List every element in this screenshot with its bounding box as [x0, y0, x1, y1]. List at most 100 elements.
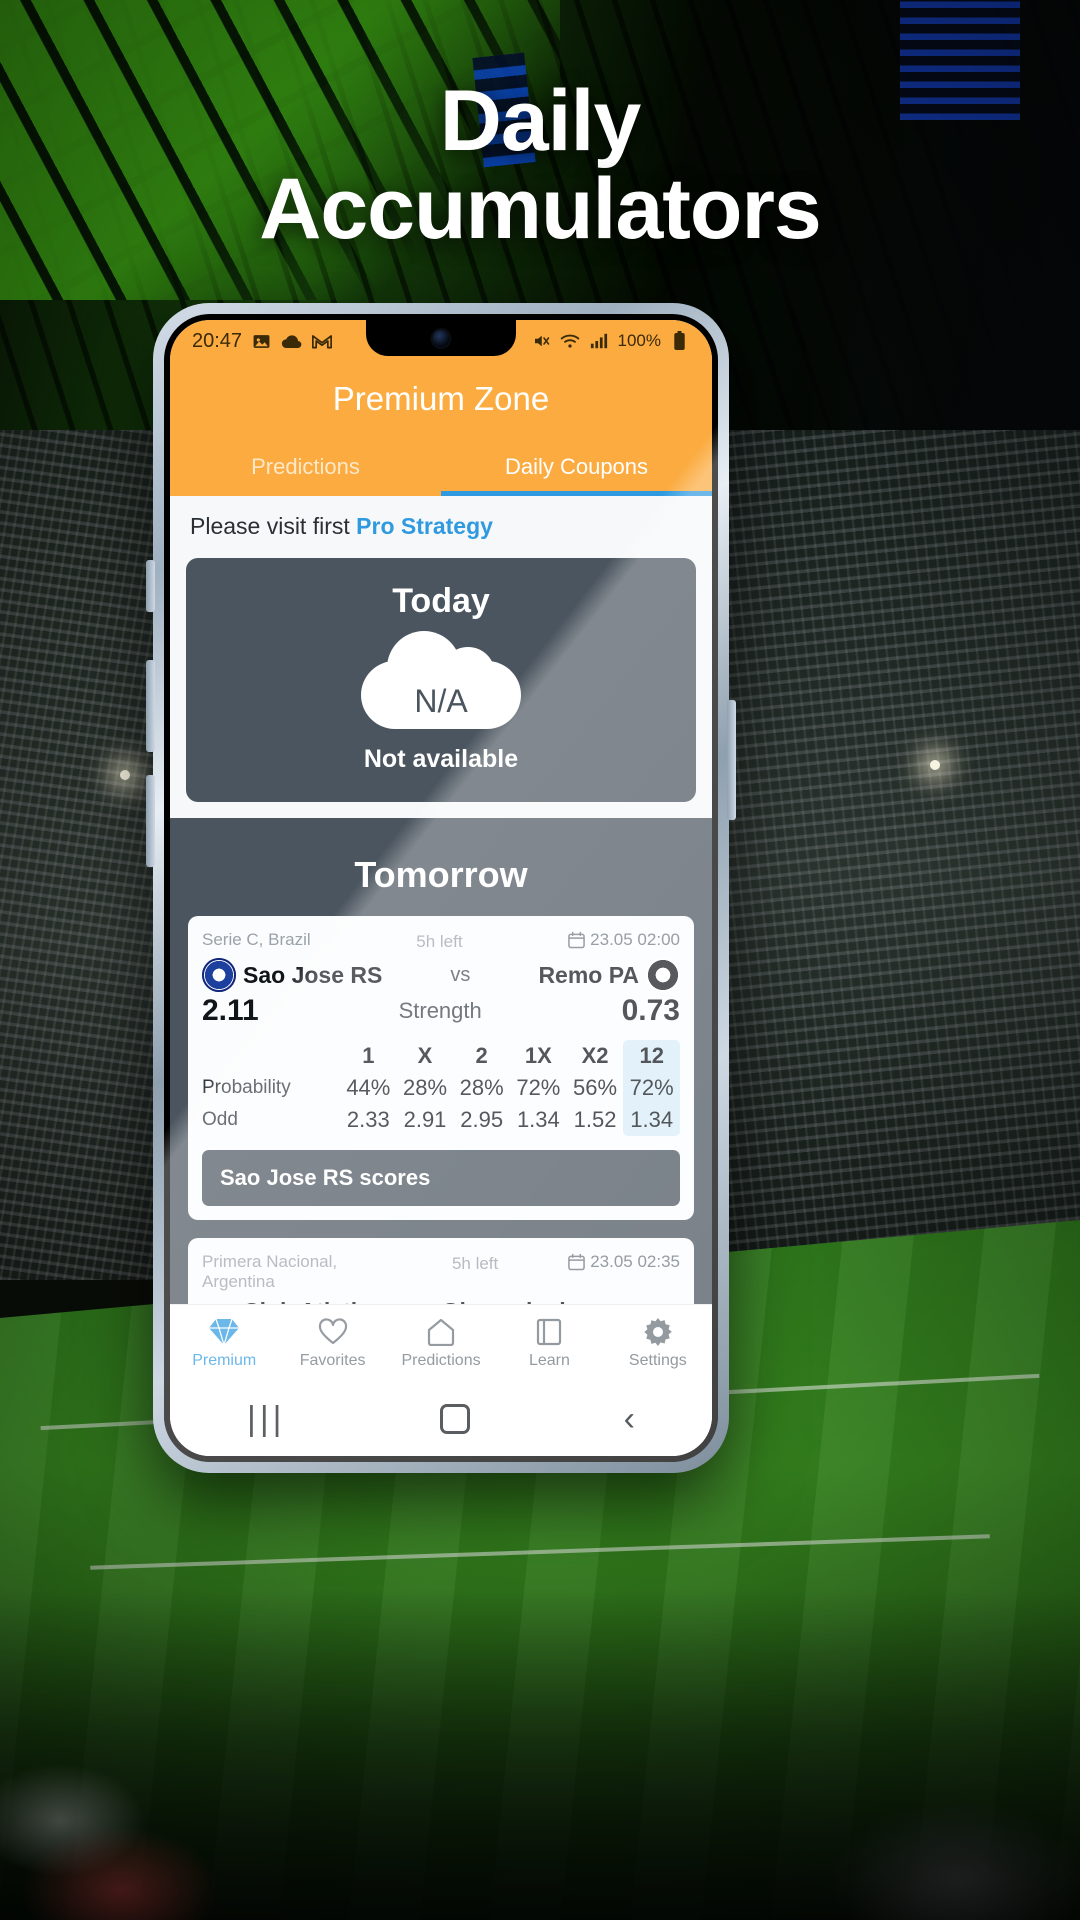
- status-bar-right: 100%: [531, 331, 690, 352]
- nav-item-learn[interactable]: Learn: [495, 1315, 603, 1370]
- match-time-left: 5h left: [416, 932, 463, 951]
- match-league: Primera Nacional, Argentina: [202, 1252, 338, 1292]
- odd-label: Odd: [202, 1109, 238, 1130]
- odds-table: 1 X 2 1X X2 12 Probability 44% 28% 28% 7…: [202, 1040, 681, 1136]
- nav-label-premium: Premium: [192, 1352, 257, 1369]
- phone-button-volume-down[interactable]: [146, 775, 155, 867]
- mute-icon: [531, 331, 552, 352]
- odds-probability-row: Probability 44% 28% 28% 72% 56% 72%: [202, 1072, 681, 1104]
- match-date-text: 23.05 02:35: [590, 1252, 680, 1271]
- front-camera-icon: [432, 330, 450, 347]
- home-team: Sao Jose RS: [202, 958, 382, 992]
- match-card[interactable]: Primera Nacional, Argentina 5h left 23.0…: [188, 1238, 694, 1304]
- phone-device: 20:47 100% Premium Zone Predictions Dail…: [153, 303, 729, 1473]
- tab-daily-coupons[interactable]: Daily Coupons: [441, 440, 712, 496]
- phone-button-mute[interactable]: [146, 560, 155, 612]
- cloud-icon: [281, 331, 302, 352]
- battery-icon: [669, 331, 690, 352]
- odds-col-12[interactable]: 12: [623, 1040, 681, 1072]
- na-badge: N/A: [414, 683, 468, 719]
- bottom-navigation: Premium Favorites Predictions Learn Sett…: [170, 1304, 712, 1382]
- away-strength: 0.73: [621, 994, 680, 1027]
- odds-col-1[interactable]: 1: [340, 1040, 397, 1072]
- phone-button-volume-up[interactable]: [146, 660, 155, 752]
- tab-predictions[interactable]: Predictions: [170, 440, 441, 496]
- gear-icon: [604, 1315, 712, 1349]
- photo-icon: [251, 331, 272, 352]
- odds-col-2[interactable]: 2: [453, 1040, 510, 1072]
- phone-bezel: 20:47 100% Premium Zone Predictions Dail…: [164, 314, 718, 1462]
- match-pick-bar[interactable]: Sao Jose RS scores: [202, 1150, 680, 1206]
- calendar-icon: [568, 1253, 585, 1271]
- home-strength: 2.11: [202, 994, 259, 1027]
- nav-item-predictions[interactable]: Predictions: [387, 1315, 495, 1370]
- probability-1: 44%: [346, 1075, 391, 1100]
- nav-label-predictions: Predictions: [401, 1352, 481, 1369]
- odds-header-row: 1 X 2 1X X2 12: [202, 1040, 681, 1072]
- status-bar-left: 20:47: [192, 330, 332, 353]
- today-title: Today: [392, 582, 490, 620]
- tomorrow-title: Tomorrow: [354, 854, 528, 895]
- hero-title: Daily Accumulators: [0, 73, 1080, 257]
- hero-line-2: Accumulators: [259, 160, 822, 257]
- home-icon: [387, 1315, 495, 1349]
- today-card[interactable]: Today N/A Not available: [186, 558, 696, 802]
- home-team-crest-icon: [202, 958, 236, 992]
- heart-icon: [278, 1315, 386, 1349]
- pro-strategy-link[interactable]: Pro Strategy: [356, 513, 493, 539]
- home-square-icon[interactable]: [439, 1404, 470, 1434]
- battery-percent: 100%: [617, 331, 661, 350]
- back-button[interactable]: ‹: [624, 1400, 635, 1439]
- tab-bar: Predictions Daily Coupons: [170, 440, 712, 496]
- probability-12: 72%: [623, 1072, 681, 1104]
- away-team-name: Remo PA: [538, 961, 639, 988]
- phone-screen: 20:47 100% Premium Zone Predictions Dail…: [170, 320, 712, 1456]
- pro-strategy-note: Please visit first Pro Strategy: [170, 496, 712, 558]
- signal-icon: [589, 331, 610, 352]
- book-icon: [495, 1315, 603, 1349]
- tomorrow-header: Tomorrow: [170, 832, 712, 916]
- home-team: Club Atletico At...: [202, 1298, 422, 1304]
- odd-x: 2.91: [403, 1107, 447, 1132]
- today-section: Today N/A Not available: [170, 558, 712, 818]
- away-team: Gimnasia de Juju...: [442, 1298, 680, 1304]
- match-card[interactable]: Serie C, Brazil 5h left 23.05 02:00 Sao …: [188, 916, 694, 1220]
- home-team-name: Club Atletico At...: [243, 1298, 422, 1304]
- na-cloud-icon: N/A: [361, 631, 521, 731]
- match-meta: Primera Nacional, Argentina 5h left 23.0…: [202, 1252, 680, 1292]
- odd-x2: 1.52: [573, 1107, 617, 1132]
- nav-item-settings[interactable]: Settings: [604, 1315, 712, 1370]
- match-teams: Sao Jose RS vs Remo PA: [202, 958, 680, 992]
- match-date-text: 23.05 02:00: [590, 930, 680, 949]
- probability-x2: 56%: [573, 1075, 618, 1100]
- match-teams: Club Atletico At... vs Gimnasia de Juju.…: [202, 1298, 680, 1304]
- phone-button-power[interactable]: [727, 700, 736, 820]
- vs-label: vs: [450, 963, 471, 986]
- content-scroll-area[interactable]: Please visit first Pro Strategy Today N/…: [170, 496, 712, 1304]
- odds-col-x2[interactable]: X2: [567, 1040, 624, 1072]
- nav-label-learn: Learn: [528, 1352, 570, 1369]
- odds-value-row: Odd 2.33 2.91 2.95 1.34 1.52 1.34: [202, 1104, 681, 1136]
- hero-line-1: Daily: [439, 73, 642, 169]
- wifi-icon: [560, 331, 581, 352]
- probability-x: 28%: [402, 1075, 448, 1100]
- nav-item-favorites[interactable]: Favorites: [278, 1315, 386, 1370]
- probability-1x: 72%: [516, 1075, 561, 1100]
- status-time: 20:47: [192, 329, 243, 352]
- odd-2: 2.95: [460, 1107, 504, 1132]
- recents-button[interactable]: |||: [247, 1400, 286, 1439]
- odds-col-1x[interactable]: 1X: [510, 1040, 567, 1072]
- odd-12: 1.34: [623, 1104, 681, 1136]
- nav-label-settings: Settings: [628, 1352, 687, 1369]
- strength-label: Strength: [398, 998, 482, 1023]
- away-team-name: Gimnasia de Juju...: [442, 1298, 639, 1304]
- odds-col-x[interactable]: X: [397, 1040, 454, 1072]
- note-text: Please visit first: [190, 513, 357, 539]
- odd-1x: 1.34: [516, 1107, 560, 1132]
- match-date: 23.05 02:00: [568, 930, 680, 950]
- nav-item-premium[interactable]: Premium: [170, 1315, 278, 1370]
- calendar-icon: [568, 931, 585, 949]
- match-time-left: 5h left: [451, 1254, 499, 1273]
- home-team-name: Sao Jose RS: [243, 961, 383, 988]
- away-team-crest-icon: [645, 958, 680, 992]
